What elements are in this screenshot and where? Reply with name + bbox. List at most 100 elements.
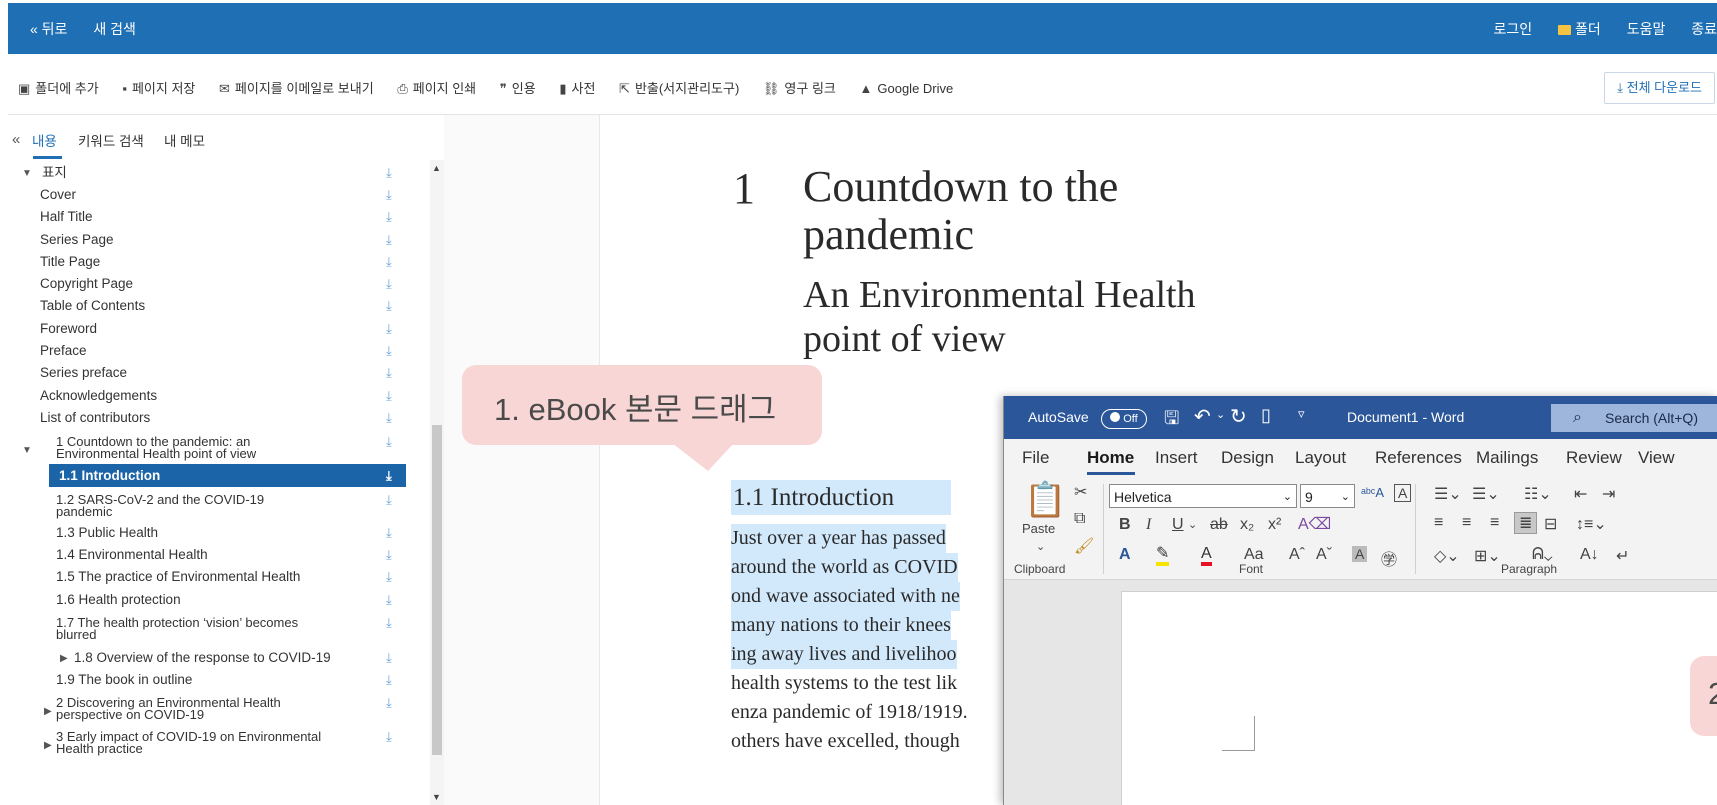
email-page-button[interactable]: ✉ 페이지를 이메일로 보내기 <box>219 78 374 97</box>
tab-review[interactable]: Review <box>1566 448 1622 468</box>
tab-view[interactable]: View <box>1638 448 1675 468</box>
character-border-icon[interactable]: A <box>1394 484 1412 502</box>
print-page-button[interactable]: ⎙ 페이지 인쇄 <box>397 78 476 97</box>
line-spacing-icon[interactable]: ↕≡⌄ <box>1576 514 1607 534</box>
cite-button[interactable]: ❞ 인용 <box>500 78 536 97</box>
body-text-line-selected[interactable]: many nations to their knees <box>731 611 951 640</box>
body-text-line-selected[interactable]: Just over a year has passed <box>731 524 946 553</box>
exit-link[interactable]: 종료 <box>1691 21 1717 37</box>
download-icon[interactable]: ⤓ <box>386 277 400 291</box>
save-icon[interactable]: 🖫 <box>1164 406 1179 436</box>
new-search-link[interactable]: 새 검색 <box>93 21 136 37</box>
download-icon[interactable]: ⤓ <box>386 389 400 403</box>
underline-dropdown-icon[interactable]: ⌄ <box>1188 518 1197 531</box>
download-icon[interactable]: ⤓ <box>386 366 400 380</box>
download-icon[interactable]: ⤓ <box>386 188 400 202</box>
undo-dropdown-icon[interactable]: ⌄ <box>1216 408 1225 421</box>
numbering-icon[interactable]: ☰⌄ <box>1472 484 1500 504</box>
download-icon[interactable]: ⤓ <box>386 233 400 247</box>
font-size-box[interactable]: 9 ⌄ <box>1300 484 1355 508</box>
increase-indent-icon[interactable]: ⇥ <box>1602 484 1615 504</box>
tab-references[interactable]: References <box>1375 448 1462 468</box>
distributed-icon[interactable]: ⊟ <box>1544 514 1557 534</box>
word-blank-page[interactable] <box>1121 591 1717 805</box>
new-document-icon[interactable]: ▯ <box>1261 405 1271 426</box>
toc-chapter-2[interactable]: ▶ 2 Discovering an Environmental Health … <box>22 696 406 722</box>
download-icon[interactable]: ⤓ <box>386 651 400 665</box>
body-text-line[interactable]: enza pandemic of 1918/1919. <box>731 698 968 727</box>
clear-formatting-icon[interactable]: A⌫ <box>1298 514 1331 534</box>
redo-icon[interactable]: ↻ <box>1230 404 1247 429</box>
decrease-indent-icon[interactable]: ⇤ <box>1574 484 1587 504</box>
download-icon[interactable]: ⤓ <box>386 730 400 744</box>
tab-insert[interactable]: Insert <box>1155 448 1198 468</box>
add-to-folder-button[interactable]: ▣ 폴더에 추가 <box>18 78 99 97</box>
align-left-icon[interactable]: ≡ <box>1434 514 1443 532</box>
download-icon[interactable]: ⤓ <box>386 696 400 710</box>
body-text-line-selected[interactable]: ond wave associated with ne <box>731 582 960 611</box>
save-page-button[interactable]: ▪ 페이지 저장 <box>122 78 195 97</box>
text-effects-icon[interactable]: A <box>1119 546 1131 564</box>
collapse-sidebar-icon[interactable]: « <box>12 131 20 148</box>
tab-home[interactable]: Home <box>1087 448 1134 468</box>
align-center-icon[interactable]: ≡ <box>1462 514 1471 532</box>
customize-toolbar-icon[interactable]: ▿ <box>1298 406 1305 422</box>
tab-mailings[interactable]: Mailings <box>1476 448 1538 468</box>
download-icon[interactable]: ⤓ <box>386 616 400 630</box>
download-icon[interactable]: ⤓ <box>386 673 400 687</box>
paste-label[interactable]: Paste <box>1022 521 1055 536</box>
autosave-toggle[interactable]: Off <box>1101 407 1147 429</box>
back-link[interactable]: « 뒤로 <box>30 21 67 37</box>
login-link[interactable]: 로그인 <box>1494 21 1533 37</box>
undo-icon[interactable]: ↶ <box>1194 404 1211 429</box>
permalink-button[interactable]: ⛓ 영구 링크 <box>763 78 836 97</box>
download-icon[interactable]: ⤓ <box>386 493 400 507</box>
download-icon[interactable]: ⤓ <box>386 526 400 540</box>
download-all-button[interactable]: ⤓ 전체 다운로드 <box>1604 72 1715 104</box>
section-heading[interactable]: 1.1 Introduction <box>731 480 951 515</box>
cut-icon[interactable]: ✂ <box>1074 482 1087 502</box>
expand-caret-icon[interactable]: ▶ <box>44 705 52 718</box>
expand-caret-icon[interactable]: ▶ <box>44 739 52 752</box>
paste-icon[interactable]: 📋 <box>1024 480 1066 520</box>
tab-keyword-search[interactable]: 키워드 검색 <box>78 130 144 150</box>
align-right-icon[interactable]: ≡ <box>1490 514 1499 532</box>
expand-caret-icon[interactable]: ▼ <box>22 167 32 181</box>
multilevel-list-icon[interactable]: ☷⌄ <box>1524 484 1552 504</box>
body-text-line[interactable]: others have excelled, though <box>731 727 960 756</box>
toc-item[interactable]: 1.2 SARS-CoV-2 and the COVID-19 pandemic… <box>22 493 406 519</box>
google-drive-button[interactable]: ▲ Google Drive <box>860 81 954 96</box>
export-button[interactable]: ⇱ 반출(서지관리도구) <box>619 78 739 97</box>
superscript-icon[interactable]: x² <box>1268 516 1281 534</box>
font-name-box[interactable]: Helvetica ⌄ <box>1109 484 1297 508</box>
tab-design[interactable]: Design <box>1221 448 1274 468</box>
download-icon[interactable]: ⤓ <box>386 464 400 483</box>
shading-icon[interactable]: ◇⌄ <box>1434 546 1460 566</box>
toc-item[interactable]: 1.7 The health protection ‘vision’ becom… <box>22 616 406 642</box>
toc-chapter-3[interactable]: ▶ 3 Early impact of COVID-19 on Environm… <box>22 730 406 756</box>
change-case-abc-icon[interactable]: ᵃᵇᶜA <box>1361 485 1384 500</box>
download-icon[interactable]: ⤓ <box>386 570 400 584</box>
download-icon[interactable]: ⤓ <box>386 344 400 358</box>
format-painter-icon[interactable]: 🖌 <box>1074 536 1094 556</box>
tab-layout[interactable]: Layout <box>1295 448 1346 468</box>
font-color-icon[interactable]: A <box>1201 546 1212 566</box>
expand-caret-icon[interactable]: ▼ <box>22 444 32 457</box>
bold-icon[interactable]: B <box>1119 516 1131 534</box>
download-icon[interactable]: ⤓ <box>386 411 400 425</box>
strikethrough-icon[interactable]: ab <box>1210 516 1228 534</box>
download-icon[interactable]: ⤓ <box>386 210 400 224</box>
help-link[interactable]: 도움말 <box>1627 21 1666 37</box>
download-icon[interactable]: ⤓ <box>386 255 400 269</box>
bullets-icon[interactable]: ☰⌄ <box>1434 484 1462 504</box>
folder-link[interactable]: 폴더 <box>1558 21 1601 37</box>
show-marks-icon[interactable]: ↵ <box>1616 546 1629 566</box>
shrink-font-icon[interactable]: Aˇ <box>1316 546 1332 564</box>
toc-item-selected[interactable]: 1.1 Introduction ⤓ <box>49 464 406 487</box>
enclose-characters-icon[interactable]: ㊫ <box>1381 546 1397 570</box>
paste-dropdown-icon[interactable]: ⌄ <box>1036 540 1045 553</box>
scroll-up-icon[interactable]: ▲ <box>432 163 441 173</box>
copy-icon[interactable]: ⧉ <box>1074 510 1085 528</box>
italic-icon[interactable]: I <box>1146 516 1151 534</box>
download-icon[interactable]: ⤓ <box>386 166 400 180</box>
